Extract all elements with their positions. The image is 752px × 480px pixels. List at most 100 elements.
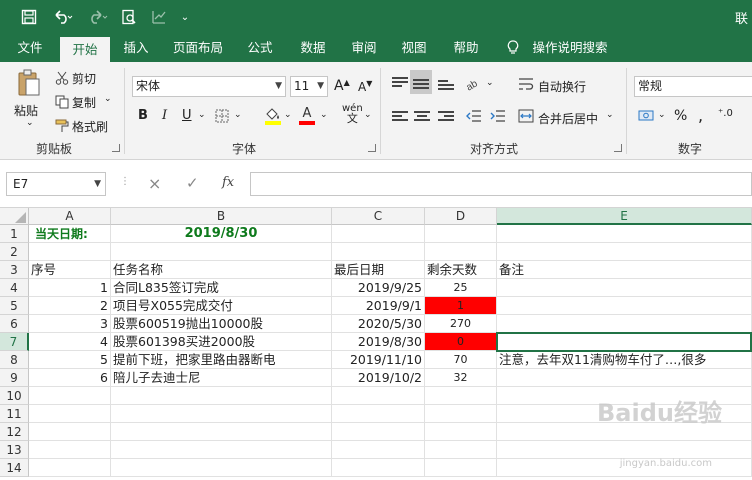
row-header[interactable]: 12 <box>0 423 29 441</box>
active-cell-selection[interactable] <box>496 332 752 352</box>
orientation-icon[interactable]: ab <box>464 74 484 92</box>
tab-home[interactable]: 开始 <box>60 37 110 62</box>
align-top-icon[interactable] <box>392 76 408 90</box>
redo-icon[interactable] <box>84 6 112 28</box>
copy-button[interactable]: 复制 <box>72 94 96 111</box>
row-header[interactable]: 4 <box>0 279 29 297</box>
formula-input[interactable] <box>250 172 752 196</box>
grid-cell[interactable] <box>425 405 497 423</box>
grid-cell[interactable] <box>332 423 425 441</box>
cell-c8[interactable]: 2019/11/10 <box>332 351 425 369</box>
tab-data[interactable]: 数据 <box>292 34 334 62</box>
font-name-combo[interactable]: 宋体 ▼ <box>132 76 286 97</box>
insert-function-icon[interactable]: fx <box>222 175 234 190</box>
row-header[interactable]: 6 <box>0 315 29 333</box>
row-header[interactable]: 3 <box>0 261 29 279</box>
align-right-icon[interactable] <box>438 110 454 124</box>
row-header[interactable]: 7 <box>0 333 29 351</box>
grid-cell[interactable] <box>111 243 332 261</box>
clipboard-launcher-icon[interactable] <box>112 144 120 152</box>
underline-button[interactable]: U <box>182 108 192 123</box>
grid-cell[interactable] <box>332 225 425 243</box>
align-left-icon[interactable] <box>392 110 408 124</box>
fill-color-dropdown-icon[interactable]: ⌄ <box>284 110 292 120</box>
number-format-combo[interactable]: 常规 <box>634 76 752 97</box>
grid-cell[interactable] <box>29 459 111 477</box>
enter-icon[interactable]: ✓ <box>186 174 199 192</box>
column-header-d[interactable]: D <box>425 208 497 225</box>
copy-icon[interactable] <box>54 94 70 110</box>
cell-b4[interactable]: 合同L835签订完成 <box>111 279 332 297</box>
row-header[interactable]: 1 <box>0 225 29 243</box>
percent-button[interactable]: % <box>674 108 687 124</box>
underline-dropdown-icon[interactable]: ⌄ <box>198 110 206 120</box>
cell-d7[interactable]: 0 <box>425 333 497 351</box>
font-launcher-icon[interactable] <box>368 144 376 152</box>
grid-cell[interactable] <box>425 225 497 243</box>
grid-cell[interactable] <box>425 441 497 459</box>
row-header[interactable]: 5 <box>0 297 29 315</box>
cell-a9[interactable]: 6 <box>29 369 111 387</box>
decrease-indent-icon[interactable] <box>466 108 482 124</box>
grid-cell[interactable] <box>29 441 111 459</box>
align-center-icon[interactable] <box>414 110 430 124</box>
cut-button[interactable]: 剪切 <box>72 70 96 87</box>
row-header[interactable]: 11 <box>0 405 29 423</box>
cell-c7[interactable]: 2019/8/30 <box>332 333 425 351</box>
font-color-icon[interactable]: A <box>298 106 316 126</box>
tab-page-layout[interactable]: 页面布局 <box>166 34 230 62</box>
cell-c3[interactable]: 最后日期 <box>332 261 425 279</box>
cell-c4[interactable]: 2019/9/25 <box>332 279 425 297</box>
cell-b1[interactable]: 2019/8/30 <box>111 225 332 243</box>
cell-d3[interactable]: 剩余天数 <box>425 261 497 279</box>
cell-e8[interactable]: 注意，去年双11清购物车付了…,很多 <box>497 351 752 369</box>
orientation-dropdown-icon[interactable]: ⌄ <box>486 78 494 88</box>
borders-icon[interactable] <box>214 108 230 124</box>
grid-cell[interactable] <box>497 297 752 315</box>
row-header[interactable]: 9 <box>0 369 29 387</box>
accounting-dropdown-icon[interactable]: ⌄ <box>658 110 666 120</box>
accounting-format-icon[interactable] <box>638 108 656 124</box>
grid-cell[interactable] <box>29 243 111 261</box>
format-painter-button[interactable]: 格式刷 <box>72 118 108 135</box>
cell-e3[interactable]: 备注 <box>497 261 752 279</box>
wrap-text-icon[interactable] <box>518 76 534 92</box>
cell-a8[interactable]: 5 <box>29 351 111 369</box>
grow-font-button[interactable]: A ▲ <box>334 78 350 95</box>
grid-cell[interactable] <box>497 441 752 459</box>
grid-cell[interactable] <box>111 423 332 441</box>
cell-a1[interactable]: 当天日期: <box>29 225 111 243</box>
increase-indent-icon[interactable] <box>490 108 506 124</box>
grid-cell[interactable] <box>497 369 752 387</box>
print-preview-icon[interactable] <box>118 6 140 28</box>
column-header-a[interactable]: A <box>29 208 111 225</box>
tell-me-search[interactable]: 操作说明搜索 <box>528 34 612 62</box>
grid-cell[interactable] <box>111 405 332 423</box>
font-color-dropdown-icon[interactable]: ⌄ <box>320 110 328 120</box>
save-icon[interactable] <box>18 6 40 28</box>
grid-cell[interactable] <box>29 387 111 405</box>
paste-icon[interactable] <box>14 68 44 98</box>
tab-insert[interactable]: 插入 <box>116 34 156 62</box>
cancel-icon[interactable]: × <box>148 174 161 193</box>
grid-cell[interactable] <box>497 225 752 243</box>
copy-dropdown-icon[interactable]: ⌄ <box>104 94 112 104</box>
cell-a5[interactable]: 2 <box>29 297 111 315</box>
cell-a3[interactable]: 序号 <box>29 261 111 279</box>
grid-cell[interactable] <box>332 441 425 459</box>
increase-decimal-icon[interactable]: ⁺.0 <box>718 108 733 119</box>
grid-cell[interactable] <box>425 423 497 441</box>
cell-b8[interactable]: 提前下班，把家里路由器断电 <box>111 351 332 369</box>
paste-button[interactable]: 粘贴 <box>14 102 38 119</box>
cell-d5[interactable]: 1 <box>425 297 497 315</box>
grid-cell[interactable] <box>111 459 332 477</box>
grid-cell[interactable] <box>111 441 332 459</box>
spelling-icon[interactable] <box>148 6 170 28</box>
customize-qat-icon[interactable]: ⌄ <box>178 6 192 28</box>
fill-color-icon[interactable] <box>264 106 282 126</box>
grid-cell[interactable] <box>332 387 425 405</box>
cell-c6[interactable]: 2020/5/30 <box>332 315 425 333</box>
column-header-c[interactable]: C <box>332 208 425 225</box>
alignment-launcher-icon[interactable] <box>614 144 622 152</box>
align-bottom-icon[interactable] <box>438 76 454 90</box>
